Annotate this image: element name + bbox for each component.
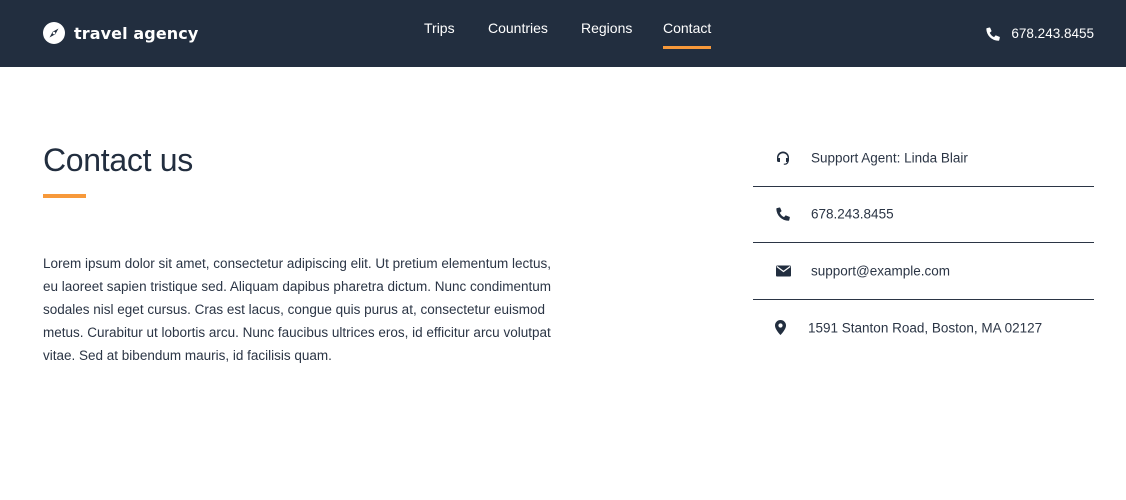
intro-paragraph: Lorem ipsum dolor sit amet, consectetur … (43, 256, 552, 363)
site-header: travel agency Trips Countries Regions Co… (0, 0, 1126, 67)
nav-item-regions[interactable]: Regions (581, 20, 632, 49)
nav-item-contact[interactable]: Contact (663, 20, 712, 49)
contact-item-address: 1591 Stanton Road, Boston, MA 02127 (753, 300, 1094, 357)
contact-support-agent-text: Support Agent: Linda Blair (811, 150, 968, 166)
headset-icon (775, 150, 791, 166)
contact-phone-text: 678.243.8455 (811, 206, 894, 222)
contact-item-email[interactable]: support@example.com (753, 243, 1094, 300)
contact-email-text: support@example.com (811, 263, 951, 279)
nav-item-countries[interactable]: Countries (488, 20, 548, 49)
contact-info-list: Support Agent: Linda Blair 678.243.8455 … (753, 130, 1094, 356)
envelope-icon (775, 263, 791, 279)
header-phone-link[interactable]: 678.243.8455 (986, 25, 1094, 42)
contact-address-text: 1591 Stanton Road, Boston, MA 02127 (808, 320, 1043, 336)
map-marker-icon (772, 320, 788, 336)
contact-item-phone[interactable]: 678.243.8455 (753, 187, 1094, 243)
main-nav: Trips Countries Regions Contact (0, 0, 1126, 67)
nav-item-trips[interactable]: Trips (424, 20, 455, 49)
header-phone-number: 678.243.8455 (1011, 26, 1094, 41)
phone-icon (986, 26, 1001, 41)
page-title: Contact us (43, 142, 193, 178)
contact-item-support-agent: Support Agent: Linda Blair (753, 130, 1094, 187)
title-underline (43, 194, 86, 198)
phone-icon (775, 206, 791, 222)
